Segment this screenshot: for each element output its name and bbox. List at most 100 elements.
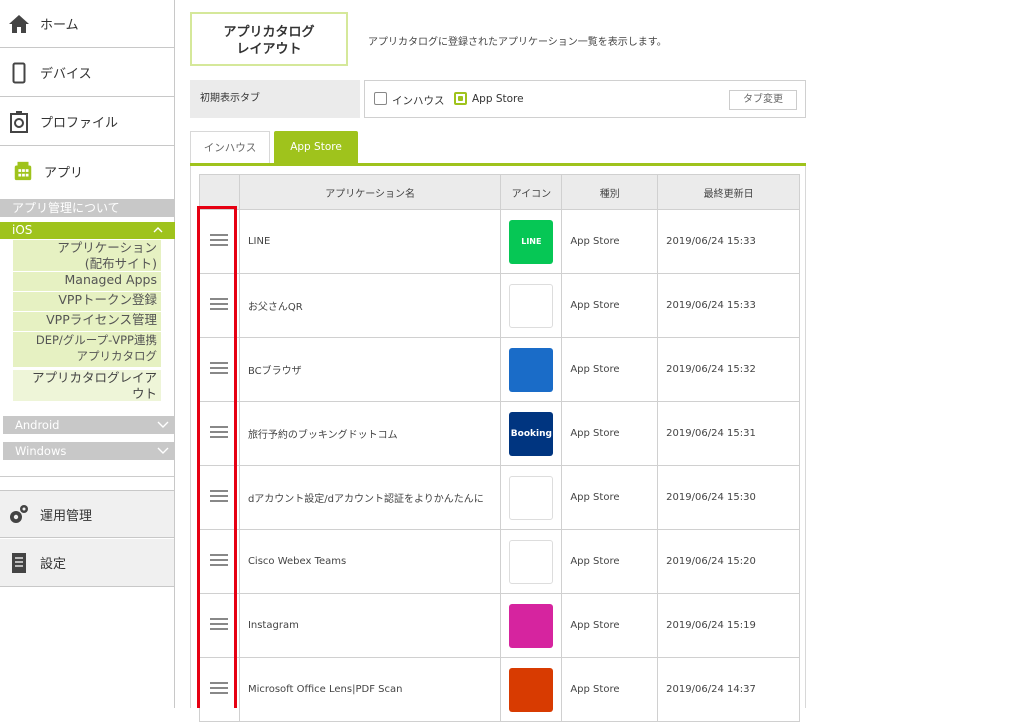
col-updated: 最終更新日: [657, 174, 800, 210]
app-updated: 2019/06/24 15:20: [657, 529, 800, 594]
app-name: Cisco Webex Teams: [238, 529, 502, 594]
app-type: App Store: [561, 209, 659, 274]
nav-apps-label: アプリ: [44, 165, 84, 181]
smartphone-icon: [8, 62, 30, 84]
d-account-icon: [509, 475, 554, 520]
instagram-icon: [509, 603, 554, 648]
table-row[interactable]: Cisco Webex Teams App Store 2019/06/24 1…: [199, 529, 800, 594]
nav-operations-label: 運用管理: [40, 508, 93, 524]
tab-inhouse[interactable]: インハウス: [190, 131, 270, 164]
appstore-radio-label: App Store: [472, 93, 524, 105]
ios-label: iOS: [12, 223, 33, 237]
drag-handle-icon: [210, 359, 229, 377]
drag-handle[interactable]: [199, 273, 240, 338]
app-updated: 2019/06/24 15:19: [657, 593, 800, 658]
app-name: Microsoft Office Lens|PDF Scan: [238, 657, 502, 722]
bc-browser-icon: [509, 347, 554, 392]
nav-apps[interactable]: アプリ: [0, 150, 174, 192]
nav-ios-applications[interactable]: アプリケーション (配布サイト): [13, 240, 161, 271]
app-icon-cell: [500, 337, 563, 402]
drag-handle[interactable]: [199, 209, 240, 274]
nav-ios-vpp-license[interactable]: VPPライセンス管理: [13, 312, 161, 331]
drag-handle-icon: [210, 231, 229, 249]
table-row[interactable]: dアカウント設定/dアカウント認証をよりかんたんに App Store 2019…: [199, 465, 800, 530]
initial-tab-label: 初期表示タブ: [190, 80, 360, 118]
table-row[interactable]: Instagram App Store 2019/06/24 15:19: [199, 593, 800, 658]
app-name: BCブラウザ: [238, 337, 502, 402]
app-icon-cell: [500, 273, 563, 338]
nav-android-toggle[interactable]: Android: [3, 416, 175, 434]
nav-ios-toggle[interactable]: iOS: [0, 222, 175, 239]
sidebar: ホーム デバイス プロファイル アプリ アプリ管理について iOS アプリケーシ…: [0, 0, 175, 708]
office-lens-icon: [509, 667, 554, 712]
chevron-up-icon: [153, 222, 163, 239]
drag-handle-icon: [210, 295, 229, 313]
nav-settings-label: 設定: [40, 557, 67, 572]
tab-appstore[interactable]: App Store: [274, 131, 358, 164]
inhouse-radio-label: インハウス: [392, 95, 445, 107]
nav-ios-vpp-token[interactable]: VPPトークン登録: [13, 292, 161, 311]
nav-about-app-mgmt[interactable]: アプリ管理について: [0, 199, 175, 217]
app-icon-cell: [500, 465, 563, 530]
table-row[interactable]: お父さんQR App Store 2019/06/24 15:33: [199, 273, 800, 338]
nav-ios-managed-apps[interactable]: Managed Apps: [13, 272, 161, 291]
nav-settings[interactable]: 設定: [0, 539, 174, 587]
appstore-radio[interactable]: [454, 92, 467, 105]
col-icon: アイコン: [500, 174, 563, 210]
drag-handle-icon: [210, 679, 229, 697]
app-updated: 2019/06/24 15:32: [657, 337, 800, 402]
inhouse-radio[interactable]: [374, 92, 387, 105]
otousan-qr-icon: [509, 283, 554, 328]
drag-handle-icon: [210, 423, 229, 441]
app-type: App Store: [561, 657, 659, 722]
profile-gear-icon: [8, 110, 30, 133]
drag-handle[interactable]: [199, 337, 240, 402]
nav-windows-toggle[interactable]: Windows: [3, 442, 175, 460]
app-table-container: アプリケーション名 アイコン 種別 最終更新日 LINE LINE App St…: [190, 166, 806, 722]
app-type: App Store: [561, 593, 659, 658]
app-name: LINE: [238, 209, 502, 274]
app-name: dアカウント設定/dアカウント認証をよりかんたんに: [238, 465, 502, 530]
app-table: アプリケーション名 アイコン 種別 最終更新日 LINE LINE App St…: [199, 174, 800, 722]
app-updated: 2019/06/24 15:31: [657, 401, 800, 466]
nav-profiles[interactable]: プロファイル: [0, 98, 174, 146]
app-icon-cell: [500, 657, 563, 722]
nav-ios-dep-catalog[interactable]: DEP/グループ-VPP連携 アプリカタログ: [13, 332, 161, 367]
nav-profiles-label: プロファイル: [40, 116, 119, 131]
table-header-row: アプリケーション名 アイコン 種別 最終更新日: [199, 174, 800, 210]
nav-operations[interactable]: 運用管理: [0, 490, 174, 538]
col-handle: [199, 174, 240, 210]
windows-label: Windows: [15, 444, 67, 458]
change-tab-button[interactable]: タブ変更: [729, 90, 797, 110]
table-row[interactable]: LINE LINE App Store 2019/06/24 15:33: [199, 209, 800, 274]
nav-devices[interactable]: デバイス: [0, 49, 174, 97]
drag-handle[interactable]: [199, 465, 240, 530]
sidebar-divider: [0, 476, 174, 477]
nav-devices-label: デバイス: [40, 67, 92, 82]
col-app-name: アプリケーション名: [238, 174, 502, 210]
drag-handle[interactable]: [199, 657, 240, 722]
initial-tab-options: インハウス App Store タブ変更: [364, 80, 806, 118]
android-label: Android: [15, 418, 60, 432]
table-row[interactable]: 旅行予約のブッキングドットコム Booking App Store 2019/0…: [199, 401, 800, 466]
page-title-text: アプリカタログ レイアウト: [223, 25, 315, 57]
drag-handle[interactable]: [199, 529, 240, 594]
drag-handle[interactable]: [199, 593, 240, 658]
main-content: アプリカタログ レイアウト アプリカタログに登録されたアプリケーション一覧を表示…: [188, 0, 808, 722]
drag-handle-icon: [210, 487, 229, 505]
app-icon-cell: LINE: [500, 209, 563, 274]
table-row[interactable]: BCブラウザ App Store 2019/06/24 15:32: [199, 337, 800, 402]
webex-icon: [509, 539, 554, 584]
app-icon-cell: [500, 593, 563, 658]
home-icon: [8, 13, 30, 35]
page-description: アプリカタログに登録されたアプリケーション一覧を表示します。: [368, 37, 667, 48]
drag-handle[interactable]: [199, 401, 240, 466]
nav-ios-catalog-layout[interactable]: アプリカタログレイア ウト: [13, 370, 161, 401]
drag-handle-icon: [210, 615, 229, 633]
gears-icon: [8, 503, 30, 525]
app-name: Instagram: [238, 593, 502, 658]
table-row[interactable]: Microsoft Office Lens|PDF Scan App Store…: [199, 657, 800, 722]
app-updated: 2019/06/24 15:33: [657, 273, 800, 338]
nav-home[interactable]: ホーム: [0, 0, 174, 48]
app-updated: 2019/06/24 15:30: [657, 465, 800, 530]
